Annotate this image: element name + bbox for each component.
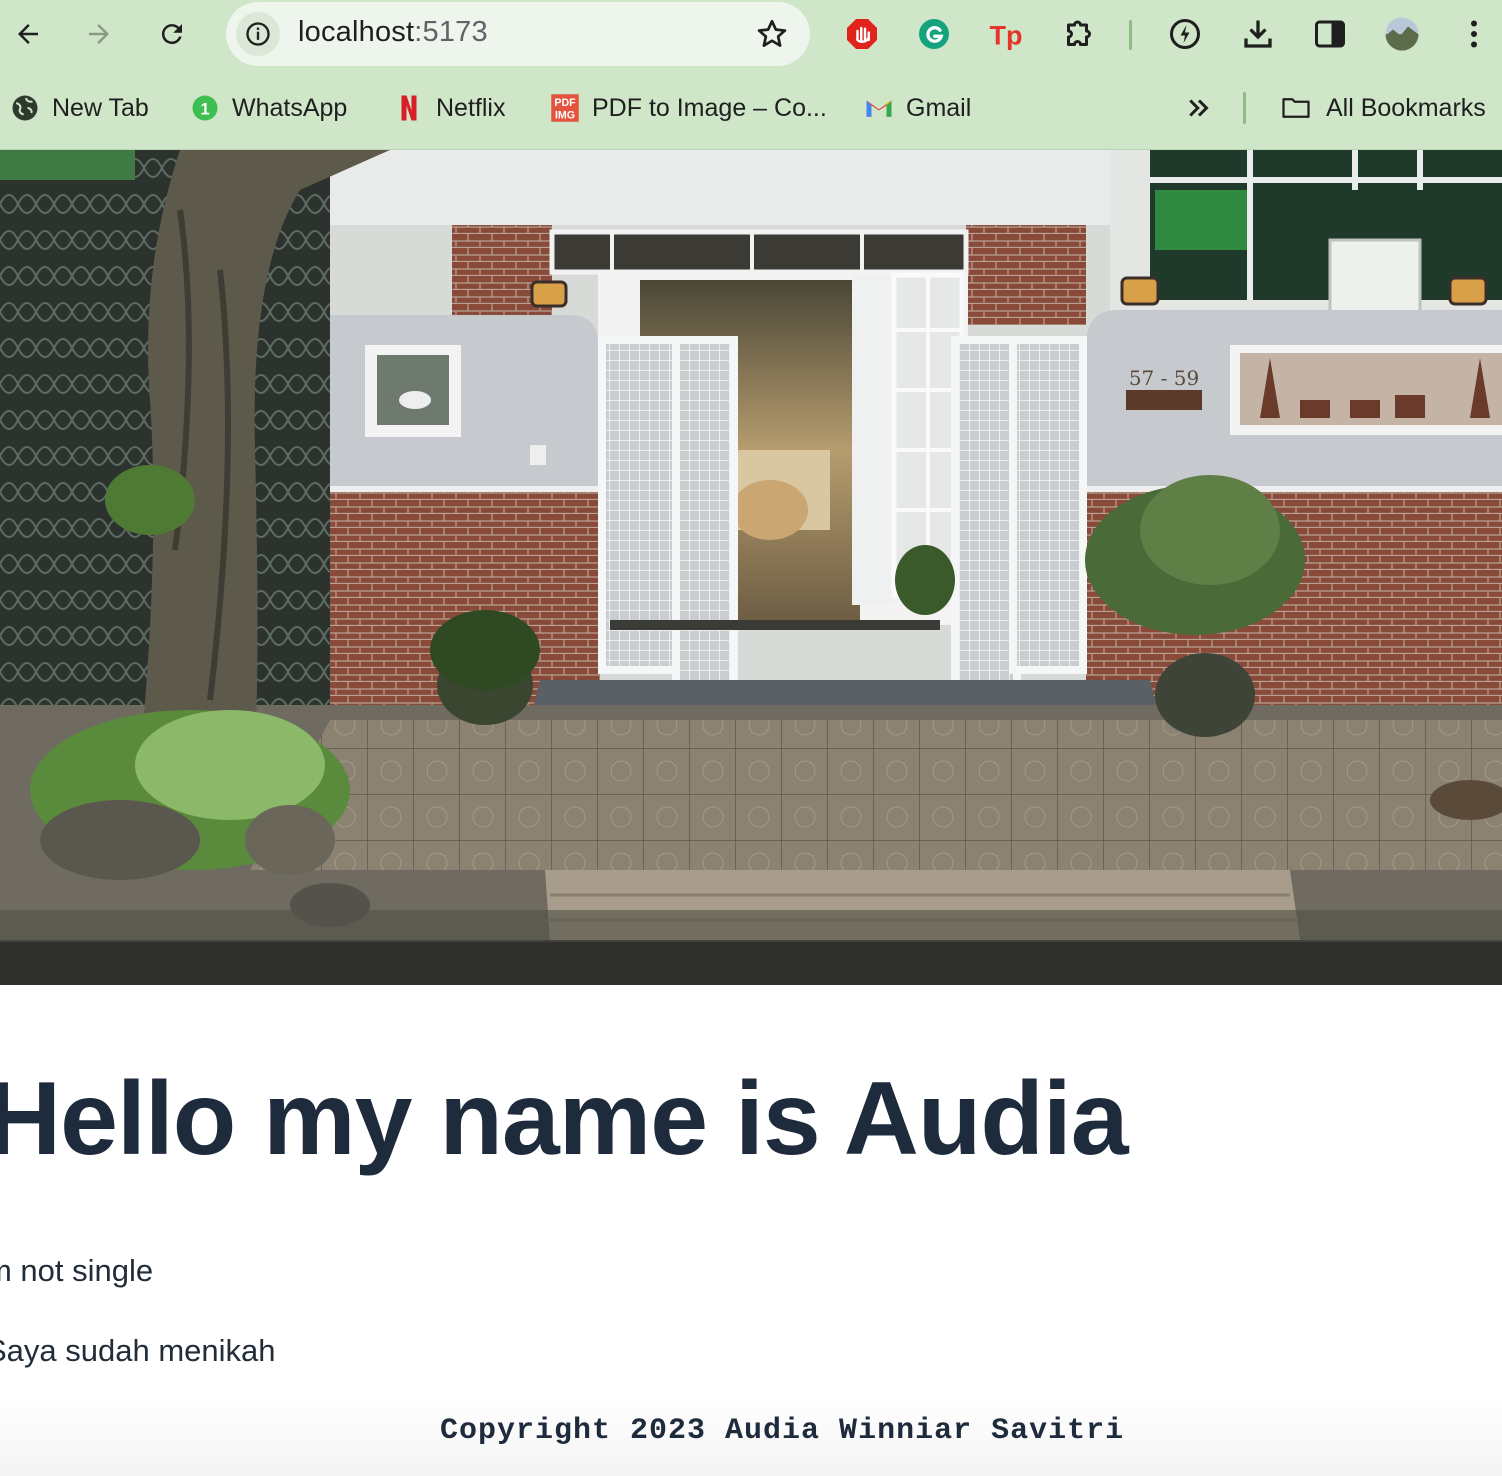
side-panel-button[interactable] [1310, 14, 1350, 54]
info-icon [246, 22, 270, 46]
bookmark-whatsapp[interactable]: 1 WhatsApp [190, 88, 347, 128]
bookmark-label: Gmail [906, 93, 972, 122]
bookmarks-bar: New Tab 1 WhatsApp Netflix PDF IMG PDF to… [0, 80, 1502, 136]
site-info-button[interactable] [236, 12, 280, 56]
pdf-img-icon: PDF IMG [550, 93, 580, 123]
hero-image: 57 - 59 [0, 150, 1502, 985]
toolbar-divider [1129, 20, 1132, 50]
copyright-text: Copyright 2023 Audia Winniar Savitri [440, 1414, 1125, 1448]
bookmarks-divider [1243, 92, 1246, 124]
bookmark-star-icon[interactable] [754, 16, 790, 52]
side-panel-icon [1315, 20, 1345, 48]
bookmark-label: New Tab [52, 93, 149, 122]
kebab-menu-icon [1471, 20, 1477, 48]
more-bookmarks-button[interactable] [1184, 88, 1214, 128]
address-bar[interactable]: localhost:5173 [226, 2, 810, 66]
browser-chrome: localhost:5173 Tp New Tab 1 WhatsApp Net… [0, 0, 1502, 150]
performance-button[interactable] [1165, 14, 1205, 54]
avatar [1385, 17, 1419, 51]
energy-saver-icon [1170, 19, 1200, 49]
bookmark-pdf-to-image[interactable]: PDF IMG PDF to Image – Co... [550, 88, 827, 128]
house-photo: 57 - 59 [0, 150, 1502, 985]
reload-icon [161, 24, 182, 45]
svg-text:1: 1 [200, 100, 209, 118]
house-number: 57 - 59 [1129, 366, 1199, 390]
bookmark-gmail[interactable]: Gmail [864, 88, 971, 128]
grammarly-extension[interactable] [914, 14, 954, 54]
stop-hand-icon [847, 19, 877, 49]
svg-text:Tp: Tp [990, 21, 1023, 51]
browser-menu-button[interactable] [1454, 14, 1494, 54]
intro-line-1: m not single [0, 1253, 154, 1288]
arrow-left-icon [18, 24, 38, 44]
reload-button[interactable] [150, 12, 194, 56]
page-footer: Copyright 2023 Audia Winniar Savitri [0, 1396, 1502, 1476]
adblock-extension[interactable] [842, 14, 882, 54]
grammarly-icon [919, 19, 949, 49]
url-port: :5173 [414, 16, 488, 48]
all-bookmarks-label: All Bookmarks [1326, 93, 1486, 122]
tp-icon: Tp [990, 21, 1023, 51]
forward-button[interactable] [77, 12, 121, 56]
bookmark-label: WhatsApp [232, 93, 348, 122]
profile-avatar[interactable] [1382, 14, 1422, 54]
whatsapp-icon: 1 [190, 93, 220, 123]
browser-toolbar: localhost:5173 Tp [0, 0, 1502, 70]
netflix-icon [394, 93, 424, 123]
intro-line-2: Saya sudah menikah [0, 1333, 276, 1368]
bookmark-netflix[interactable]: Netflix [394, 88, 505, 128]
chevron-double-right-icon [1184, 93, 1214, 123]
url-host: localhost [298, 16, 415, 48]
downloads-button[interactable] [1238, 14, 1278, 54]
all-bookmarks-button[interactable]: All Bookmarks [1278, 88, 1486, 128]
globe-icon [10, 93, 40, 123]
tp-extension[interactable]: Tp [986, 14, 1026, 54]
bookmark-new-tab[interactable]: New Tab [10, 88, 149, 128]
back-button[interactable] [6, 12, 50, 56]
url-text[interactable]: localhost:5173 [298, 16, 488, 49]
page-title: Hello my name is Audia [0, 1061, 1129, 1177]
bookmark-label: Netflix [436, 93, 506, 122]
bookmark-label: PDF to Image – Co... [592, 93, 827, 122]
arrow-right-icon [89, 24, 109, 44]
download-icon [1244, 20, 1272, 48]
svg-text:PDF: PDF [554, 97, 576, 109]
folder-icon [1278, 93, 1314, 123]
gmail-icon [864, 93, 894, 123]
puzzle-icon [1067, 20, 1091, 46]
svg-text:IMG: IMG [555, 110, 575, 122]
extensions-button[interactable] [1059, 14, 1099, 54]
